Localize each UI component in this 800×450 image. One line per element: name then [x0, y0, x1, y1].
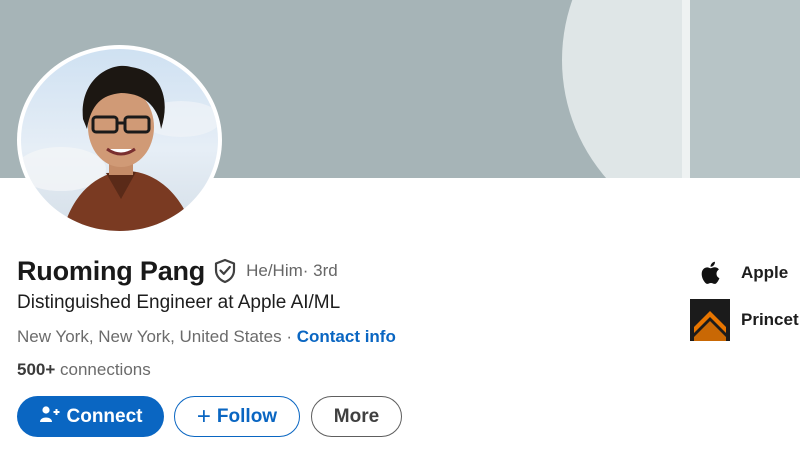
- pronouns: He/Him: [246, 261, 303, 280]
- connect-label: Connect: [66, 405, 143, 427]
- education-label: Princet: [741, 310, 799, 329]
- avatar-photo: [21, 49, 218, 231]
- person-photo-icon: [21, 65, 218, 231]
- connections-number: 500+: [17, 360, 56, 379]
- profile-headline: Distinguished Engineer at Apple AI/ML: [17, 292, 341, 313]
- location-row: New York, New York, United States · Cont…: [17, 327, 396, 347]
- cover-shape: [682, 0, 690, 178]
- connect-button[interactable]: Connect: [17, 396, 164, 437]
- more-label: More: [333, 405, 380, 427]
- experience-item-apple[interactable]: Apple: [690, 258, 788, 288]
- more-button[interactable]: More: [311, 396, 402, 437]
- connections-count[interactable]: 500+ connections: [17, 360, 151, 380]
- follow-label: Follow: [216, 405, 278, 427]
- apple-logo-icon: [690, 258, 730, 288]
- contact-info-link[interactable]: Contact info: [297, 327, 396, 346]
- profile-name: Ruoming Pang: [17, 255, 206, 286]
- cover-shape: [690, 0, 800, 178]
- princeton-logo-icon: [690, 299, 730, 341]
- follow-button[interactable]: + Follow: [174, 396, 300, 437]
- connection-degree: · 3rd: [302, 261, 338, 280]
- education-item-princeton[interactable]: Princet: [690, 299, 799, 341]
- add-person-icon: [39, 405, 61, 429]
- name-row: Ruoming Pang He/Him · 3rd: [17, 254, 338, 288]
- experience-label: Apple: [741, 263, 789, 282]
- separator-dot: ·: [281, 327, 297, 346]
- profile-avatar[interactable]: [17, 45, 222, 235]
- plus-icon: +: [196, 402, 211, 430]
- connections-label: connections: [55, 360, 151, 379]
- verified-shield-icon[interactable]: [213, 258, 237, 284]
- profile-location: New York, New York, United States: [17, 327, 282, 346]
